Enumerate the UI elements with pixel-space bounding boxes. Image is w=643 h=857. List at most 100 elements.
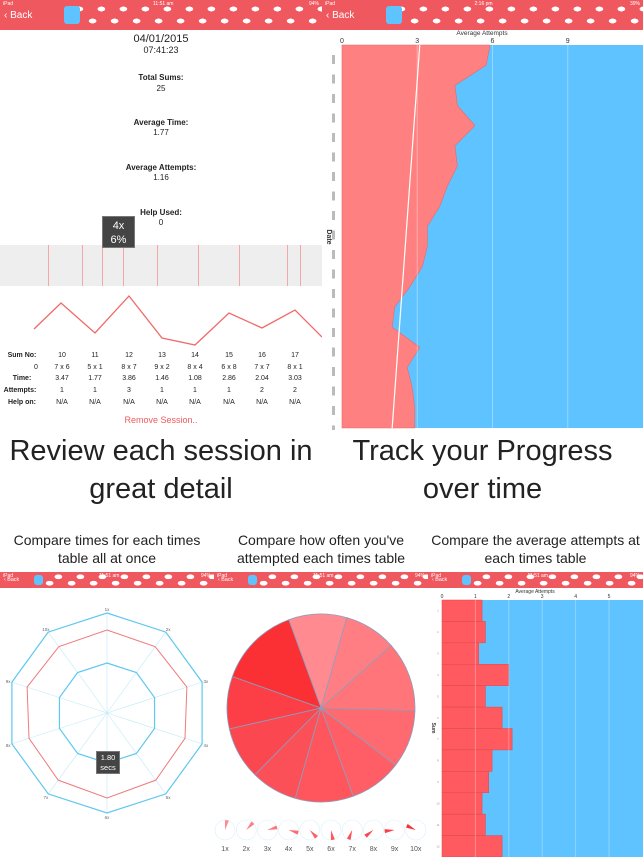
status-device: iPad xyxy=(3,1,14,7)
cell-help: N/A xyxy=(189,399,201,406)
y-tick-label: 8 xyxy=(437,759,439,763)
status-time: 2:16 pm xyxy=(474,1,493,7)
session-marker[interactable] xyxy=(102,245,103,286)
nav-bar: iPad 11:51 am 94% ‹ Back xyxy=(428,572,643,588)
caption-average: Compare the average attempts at each tim… xyxy=(431,532,640,566)
nav-bar: iPad 11:51 am 94% ‹ Back xyxy=(0,0,322,30)
avg-time-value: 1.77 xyxy=(153,128,169,137)
bar xyxy=(441,685,486,708)
cell-help: N/A xyxy=(123,399,135,406)
back-button[interactable]: ‹ Back xyxy=(432,577,447,583)
status-time: 11:51 am xyxy=(99,573,120,579)
small-pie-label: 3x xyxy=(264,846,272,853)
x-tick-label: 0 xyxy=(340,38,344,45)
session-time: 07:41:23 xyxy=(143,45,179,55)
cell-help: N/A xyxy=(289,399,301,406)
radar-label: 6x xyxy=(105,815,111,820)
bar xyxy=(441,599,483,622)
radar-label: 3x xyxy=(204,679,210,684)
cell-sum: 5 x 1 xyxy=(87,364,103,371)
row-label: Sum No: xyxy=(7,352,37,359)
footprints-icon xyxy=(42,572,214,588)
cell-no: 13 xyxy=(158,352,166,359)
x-tick-label: 0 xyxy=(441,594,444,600)
cell-sum: 7 x 6 xyxy=(54,364,70,371)
session-marker[interactable] xyxy=(48,245,49,286)
y-axis-label: Sum xyxy=(430,723,436,734)
status-time: 11:51 am xyxy=(527,573,548,579)
avg-time-label: Average Time: xyxy=(133,118,189,127)
x-tick-label: 2 xyxy=(507,594,510,600)
back-button[interactable]: ‹ Back xyxy=(326,10,354,21)
status-battery: 94% xyxy=(414,573,425,579)
bar xyxy=(441,728,513,751)
nav-bar: iPad 2:16 pm 39% ‹ Back xyxy=(322,0,643,30)
app-icon xyxy=(248,575,257,585)
radar-label: 7x xyxy=(43,795,49,800)
status-device: iPad xyxy=(325,1,336,7)
session-marker[interactable] xyxy=(157,245,158,286)
bar xyxy=(441,706,503,729)
x-tick-label: 3 xyxy=(415,38,419,45)
remove-session-button[interactable]: Remove Session.. xyxy=(124,415,197,425)
small-pie-label: 4x xyxy=(285,846,293,853)
session-date: 04/01/2015 xyxy=(133,33,189,45)
bar xyxy=(441,749,493,772)
cell-time: 2.04 xyxy=(255,375,269,382)
session-marker[interactable] xyxy=(239,245,240,286)
status-time: 11:51 am xyxy=(313,573,334,579)
total-sums-value: 25 xyxy=(156,84,166,93)
app-icon xyxy=(64,6,80,24)
y-tick-label: 7 xyxy=(437,737,439,741)
date-tick-label xyxy=(332,172,335,181)
radar-tooltip: 1.80 secs xyxy=(96,751,120,774)
x-tick-label: 5 xyxy=(608,594,611,600)
small-pie xyxy=(405,819,427,841)
session-marker[interactable] xyxy=(300,245,301,286)
tooltip: 4x 6% xyxy=(102,216,135,248)
date-tick-label xyxy=(332,230,335,240)
cell-time: 3.47 xyxy=(55,375,69,382)
cell-attempts: 1 xyxy=(60,387,64,394)
date-tick-label xyxy=(332,289,335,298)
caption-times: Compare times for each times table all a… xyxy=(13,532,201,566)
y-tick-label: 3 xyxy=(437,652,439,656)
small-pie xyxy=(257,819,278,841)
small-pie-label: 8x xyxy=(370,846,378,853)
back-button[interactable]: ‹ Back xyxy=(218,577,233,583)
radar-label: 9x xyxy=(6,679,12,684)
small-pie-label: 1x xyxy=(221,846,229,853)
date-tick-label xyxy=(332,367,335,376)
cell-sum: 6 x 8 xyxy=(221,364,237,371)
back-button[interactable]: ‹ Back xyxy=(4,577,19,583)
cell-help: N/A xyxy=(156,399,168,406)
y-tick-label: 2 xyxy=(437,630,439,634)
progress-chart: 0 3 6 9 Average Attempts Date xyxy=(325,30,643,430)
session-marker[interactable] xyxy=(123,245,124,286)
date-tick-label xyxy=(332,328,335,337)
row-label: Time: xyxy=(12,375,32,382)
cell-sum: 8 x 4 xyxy=(187,364,203,371)
row-extra: 0 xyxy=(34,364,38,371)
cell-time: 2.86 xyxy=(222,375,236,382)
session-marker[interactable] xyxy=(287,245,288,286)
time-line-chart xyxy=(33,294,322,346)
cell-no: 10 xyxy=(58,352,66,359)
y-tick-label: 5 xyxy=(437,694,439,698)
date-tick-label xyxy=(332,406,335,415)
date-tick-label xyxy=(332,94,335,103)
avg-attempts-value: 1.16 xyxy=(153,173,169,182)
date-tick-label xyxy=(332,74,335,84)
cell-sum: 8 x 7 xyxy=(121,364,137,371)
x-tick-label: 1 xyxy=(474,594,477,600)
radar-label: 1x xyxy=(105,607,111,612)
timeline-band[interactable] xyxy=(0,245,322,286)
date-tick-label xyxy=(332,250,335,259)
session-marker[interactable] xyxy=(198,245,199,286)
radar-label: 5x xyxy=(166,795,172,800)
session-marker[interactable] xyxy=(82,245,83,286)
back-button[interactable]: ‹ Back xyxy=(4,10,32,21)
bar xyxy=(441,792,483,815)
radar-label: 8x xyxy=(6,743,12,748)
status-battery: 39% xyxy=(629,1,640,7)
